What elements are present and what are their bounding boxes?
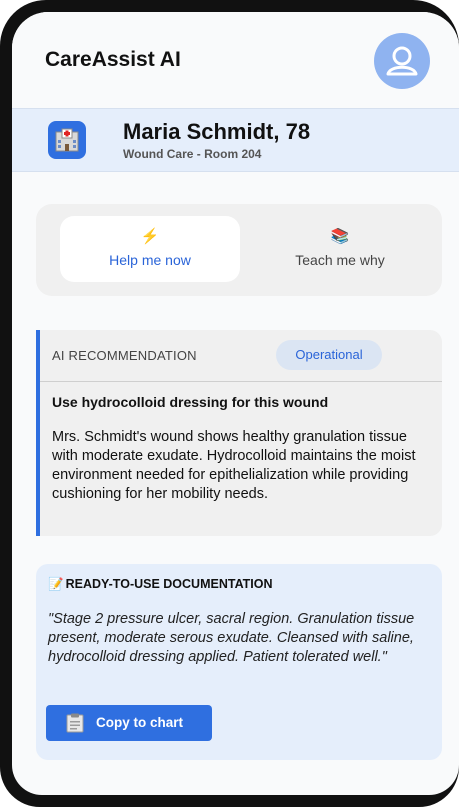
help-me-now-button[interactable]: ⚡ Help me now	[60, 216, 240, 282]
hospital-icon	[48, 121, 86, 159]
documentation-heading: 📝 READY-TO-USE DOCUMENTATION	[48, 577, 273, 592]
mode-toggle: ⚡ Help me now 📚 Teach me why	[36, 204, 442, 296]
patient-header: Maria Schmidt, 78 Wound Care - Room 204	[12, 108, 459, 172]
copy-to-chart-label: Copy to chart	[96, 715, 184, 730]
copy-to-chart-button[interactable]: Copy to chart	[46, 705, 212, 741]
books-icon: 📚	[330, 228, 350, 245]
recommendation-body: Mrs. Schmidt's wound shows healthy granu…	[52, 429, 416, 502]
documentation-heading-text: READY-TO-USE DOCUMENTATION	[65, 577, 273, 591]
teach-me-why-label: Teach me why	[295, 252, 385, 268]
phone-frame: CareAssist AI Maria Schmidt, 78 Wound Ca…	[0, 0, 459, 807]
operational-badge: Operational	[276, 340, 382, 370]
app-screen: CareAssist AI Maria Schmidt, 78 Wound Ca…	[12, 12, 459, 795]
recommendation-header: AI RECOMMENDATION Operational	[40, 330, 442, 382]
patient-location: Wound Care - Room 204	[123, 147, 262, 161]
user-icon	[386, 46, 418, 76]
user-avatar-button[interactable]	[374, 33, 430, 89]
app-header: CareAssist AI	[12, 12, 459, 108]
lightning-icon: ⚡	[140, 228, 160, 245]
documentation-text: "Stage 2 pressure ulcer, sacral region. …	[48, 611, 415, 665]
recommendation-label: AI RECOMMENDATION	[52, 348, 197, 363]
app-title: CareAssist AI	[45, 48, 181, 71]
teach-me-why-button[interactable]: 📚 Teach me why	[250, 216, 430, 282]
recommendation-title: Use hydrocolloid dressing for this wound	[52, 394, 329, 410]
documentation-card: 📝 READY-TO-USE DOCUMENTATION "Stage 2 pre…	[36, 564, 442, 760]
memo-icon: 📝	[48, 577, 64, 591]
clipboard-icon	[66, 713, 84, 733]
help-me-now-label: Help me now	[109, 252, 191, 268]
recommendation-card: AI RECOMMENDATION Operational Use hydroc…	[36, 330, 442, 536]
patient-name: Maria Schmidt, 78	[123, 119, 311, 144]
